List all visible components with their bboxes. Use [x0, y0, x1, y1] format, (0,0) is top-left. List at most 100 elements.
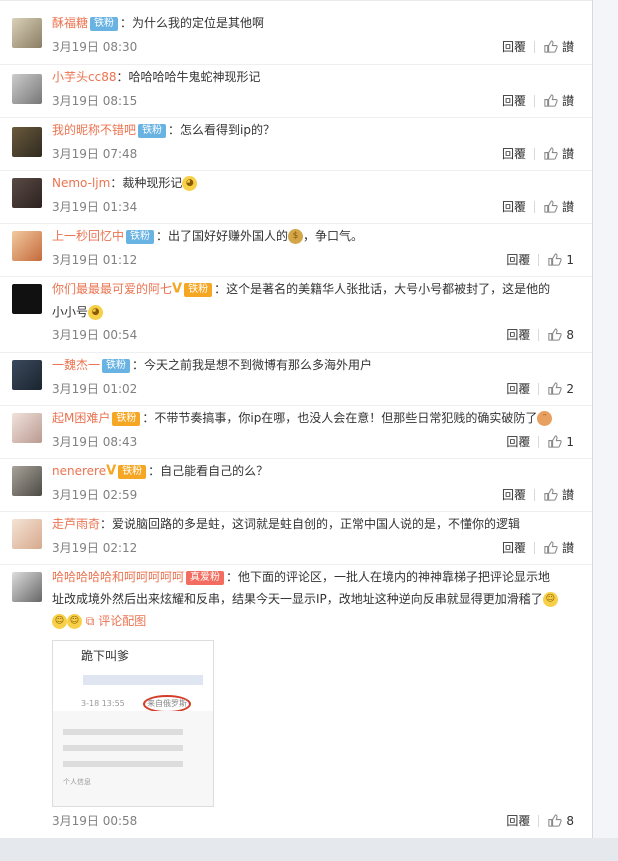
comment-item: 上一秒回忆中 铁粉 ：出了国好好赚外国人的 $ ，争口气。 3月19日 01:12 回覆… [0, 223, 592, 277]
comment-item: Nemo-ljm：裁种现形记 ◕ 3月19日 01:34 回覆 讃 [0, 170, 592, 224]
comment-body-cont: ，争口气。 [303, 229, 364, 243]
avatar[interactable] [12, 284, 42, 314]
doge-emoji-icon: ◕ [182, 176, 198, 191]
comment-time: 3月19日 02:59 [52, 488, 138, 502]
reply-button[interactable]: 回覆 [506, 380, 530, 397]
like-button[interactable]: 8 [547, 327, 574, 342]
top-divider [0, 0, 592, 1]
laugh-emoji-icon: ☺ [52, 614, 67, 629]
username-link[interactable]: 你们最最最可爱的阿七 [52, 282, 172, 296]
image-link-label: 评论配图 [98, 614, 147, 628]
avatar[interactable] [12, 360, 42, 390]
like-label: 讃 [561, 40, 574, 54]
comment-body: ：裁种现形记 [110, 176, 183, 190]
comment-body: ：为什么我的定位是其他啊 [120, 16, 265, 30]
username-link[interactable]: nenerere [52, 464, 106, 478]
comment-item: nenerereV 铁粉 ：自己能看自己的么？ 3月19日 02:59 回覆 讃 [0, 458, 592, 512]
like-button[interactable]: 讃 [543, 539, 574, 556]
username-link[interactable]: 走芦雨奇 [52, 517, 100, 531]
username-link[interactable]: 起M困难户 [52, 411, 110, 425]
like-button[interactable]: 8 [547, 813, 574, 828]
like-button[interactable]: 讃 [543, 92, 574, 109]
screenshot-bottom: 个人信息 [53, 711, 213, 806]
reply-button[interactable]: 回覆 [502, 145, 526, 162]
thumb-up-icon [544, 94, 558, 107]
fan-badge: 铁粉 [90, 16, 119, 31]
thumb-up-icon [544, 147, 558, 160]
reply-button[interactable]: 回覆 [506, 326, 530, 343]
like-button[interactable]: 2 [547, 381, 574, 396]
like-button[interactable]: 讃 [543, 145, 574, 162]
divider [533, 488, 535, 501]
comment-item: 你们最最最可爱的阿七V 铁粉 ：这个是著名的美籍华人张批话，大号小号都被封了，这是他… [0, 276, 592, 353]
username-link[interactable]: 哈哈哈哈哈和呵呵呵呵呵 [52, 570, 184, 584]
reply-button[interactable]: 回覆 [502, 486, 526, 503]
comment-text: 我的昵称不错吧 铁粉 ：怎么看得到ip的？ [52, 119, 572, 141]
username-link[interactable]: 小芋头cc88 [52, 70, 116, 84]
avatar[interactable] [12, 413, 42, 443]
avatar[interactable] [12, 519, 42, 549]
reply-button[interactable]: 回覆 [502, 92, 526, 109]
comment-item: 走芦雨奇：爱说脑回路的多是蛀，这词就是蛀自创的，正常中国人说的是，不懂你的逻辑 … [0, 511, 592, 565]
username-link[interactable]: 上一秒回忆中 [52, 229, 124, 243]
comment-text: 哈哈哈哈哈和呵呵呵呵呵 真爱粉 ：他下面的评论区，一批人在境内的神神靠梯子把评论显示… [52, 566, 572, 632]
comment-text: 走芦雨奇：爱说脑回路的多是蛀，这词就是蛀自创的，正常中国人说的是，不懂你的逻辑 [52, 513, 572, 535]
avatar[interactable] [12, 466, 42, 496]
comment-text: 小芋头cc88：哈哈哈哈牛鬼蛇神现形记 [52, 66, 572, 88]
fan-badge: 铁粉 [102, 358, 131, 373]
laugh-emoji-icon: ☺ [67, 614, 82, 629]
username-link[interactable]: 我的昵称不错吧 [52, 123, 136, 137]
like-label: 讃 [561, 147, 574, 161]
divider [538, 382, 540, 395]
comment-time: 3月19日 08:15 [52, 94, 138, 108]
comment-image[interactable]: 跪下叫爹 3-18 13:55 来自俄罗斯 个人信息 [52, 640, 214, 807]
screenshot-caption: 跪下叫爹 [81, 649, 130, 663]
comment-body-cont: 址改成境外然后出来炫耀和反串，结果今天一显示IP，改地址这种逆向反串就显得更加滑… [52, 592, 543, 606]
comment-time: 3月19日 01:12 [52, 253, 138, 267]
avatar[interactable] [12, 572, 42, 602]
like-count: 2 [566, 381, 574, 396]
reply-button[interactable]: 回覆 [502, 539, 526, 556]
like-label: 讃 [561, 200, 574, 214]
comment-time: 3月19日 08:30 [52, 40, 138, 54]
reply-button[interactable]: 回覆 [502, 198, 526, 215]
avatar[interactable] [12, 127, 42, 157]
divider [533, 94, 535, 107]
reply-button[interactable]: 回覆 [506, 433, 530, 450]
screenshot-top: 跪下叫爹 3-18 13:55 来自俄罗斯 [53, 641, 213, 713]
cat-emoji-icon: ᵔ [537, 411, 553, 426]
comment-body: ：今天之前我是想不到微博有那么多海外用户 [132, 358, 373, 372]
comment-body: ：不带节奏搞事，你ip在哪，也没人会在意！但那些日常犯贱的确实破防了 [142, 411, 538, 425]
username-link[interactable]: 一魏杰一 [52, 358, 100, 372]
blurred-row [63, 761, 183, 767]
comment-body: ：哈哈哈哈牛鬼蛇神现形记 [116, 70, 261, 84]
like-button[interactable]: 讃 [543, 486, 574, 503]
like-button[interactable]: 1 [547, 252, 574, 267]
comment-body: ：爱说脑回路的多是蛀，这词就是蛀自创的，正常中国人说的是，不懂你的逻辑 [100, 517, 521, 531]
fan-badge: 铁粉 [184, 282, 213, 297]
username-link[interactable]: 酥福糖 [52, 16, 88, 30]
avatar[interactable] [12, 18, 42, 48]
verified-v-icon: V [172, 281, 183, 297]
image-link[interactable]: ⧉ 评论配图 [86, 614, 146, 628]
fan-badge: 铁粉 [118, 464, 147, 479]
blurred-row [63, 745, 183, 751]
reply-button[interactable]: 回覆 [506, 812, 530, 829]
divider [538, 814, 540, 827]
like-button[interactable]: 1 [547, 434, 574, 449]
fan-badge: 真爱粉 [186, 570, 225, 585]
comment-time: 3月19日 08:43 [52, 435, 138, 449]
doge-emoji-icon: ◕ [88, 304, 104, 320]
comment-time: 3月19日 07:48 [52, 147, 138, 161]
like-button[interactable]: 讃 [543, 38, 574, 55]
avatar[interactable] [12, 74, 42, 104]
like-button[interactable]: 讃 [543, 198, 574, 215]
avatar[interactable] [12, 231, 42, 261]
divider [533, 40, 535, 53]
username-link[interactable]: Nemo-ljm [52, 176, 110, 190]
reply-button[interactable]: 回覆 [506, 251, 530, 268]
divider [533, 541, 535, 554]
avatar[interactable] [12, 178, 42, 208]
reply-button[interactable]: 回覆 [502, 38, 526, 55]
comment-text: 上一秒回忆中 铁粉 ：出了国好好赚外国人的 $ ，争口气。 [52, 225, 572, 247]
